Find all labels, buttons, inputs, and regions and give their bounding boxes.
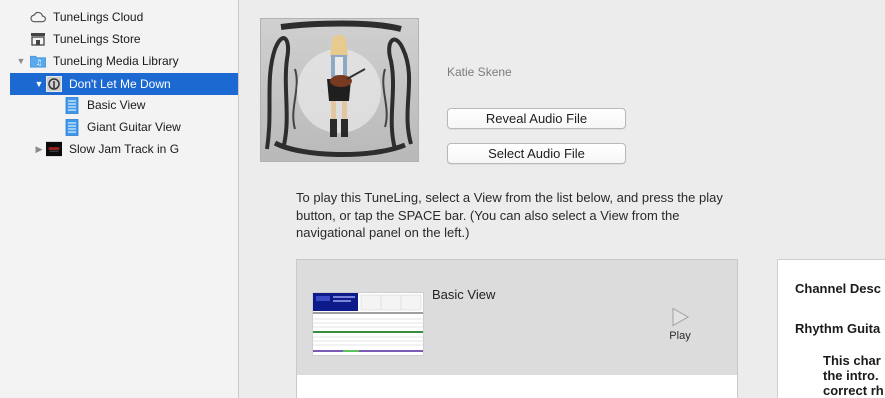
sidebar-item-giant-guitar-view[interactable]: Giant Guitar View bbox=[10, 116, 238, 138]
sidebar-item-media-library[interactable]: ▼ ♫ TuneLing Media Library bbox=[10, 50, 238, 72]
document-icon bbox=[64, 118, 80, 136]
sidebar-item-label: TuneLings Store bbox=[53, 32, 141, 46]
play-icon bbox=[672, 307, 690, 327]
play-instructions: To play this TuneLing, select a View fro… bbox=[296, 190, 723, 240]
document-icon bbox=[64, 96, 80, 114]
cloud-icon bbox=[30, 9, 46, 25]
sidebar: TuneLings Cloud TuneLings Store ▼ ♫ Tune… bbox=[0, 0, 239, 398]
sidebar-item-label: TuneLing Media Library bbox=[53, 54, 179, 68]
channel-text-line: This char bbox=[823, 353, 881, 368]
play-label: Play bbox=[669, 330, 691, 342]
views-list: Basic View Play bbox=[296, 259, 738, 398]
select-audio-file-button[interactable]: Select Audio File bbox=[447, 143, 626, 164]
channel-text-line: the intro. bbox=[823, 368, 879, 383]
view-name: Basic View bbox=[432, 287, 496, 302]
svg-text:♫: ♫ bbox=[36, 58, 43, 67]
sidebar-item-basic-view[interactable]: Basic View bbox=[10, 94, 238, 116]
artist-name: Katie Skene bbox=[447, 65, 512, 79]
view-thumbnail bbox=[312, 292, 424, 356]
channel-description-text: This char the intro. correct rh bbox=[823, 353, 885, 398]
sidebar-item-label: Don't Let Me Down bbox=[69, 77, 171, 91]
play-button[interactable]: Play bbox=[667, 307, 693, 345]
channel-description-panel: Channel Desc Rhythm Guita This char the … bbox=[777, 259, 885, 398]
disclosure-open-icon[interactable]: ▼ bbox=[34, 79, 44, 89]
sidebar-item-tunelings-cloud[interactable]: TuneLings Cloud bbox=[10, 6, 238, 28]
main-panel: Katie Skene Reveal Audio File Select Aud… bbox=[240, 0, 885, 398]
channel-text-line: correct rh bbox=[823, 383, 884, 398]
app-window: TuneLings Cloud TuneLings Store ▼ ♫ Tune… bbox=[0, 0, 885, 398]
folder-icon: ♫ bbox=[30, 53, 46, 69]
sidebar-item-label: Basic View bbox=[87, 98, 146, 112]
sidebar-item-dont-let-me-down[interactable]: ▼ Don't Let Me Down bbox=[10, 73, 238, 95]
album-art-icon bbox=[46, 76, 62, 92]
disclosure-closed-icon[interactable]: ▶ bbox=[34, 144, 44, 154]
album-artwork bbox=[260, 18, 419, 162]
view-row-basic[interactable]: Basic View Play bbox=[297, 260, 737, 375]
sidebar-item-slow-jam-track[interactable]: ▶ Slow Jam Track in G bbox=[10, 138, 238, 160]
channel-section-heading: Rhythm Guita bbox=[795, 321, 881, 336]
channel-description-title: Channel Desc bbox=[795, 281, 881, 296]
disclosure-open-icon[interactable]: ▼ bbox=[16, 56, 26, 66]
sidebar-item-tunelings-store[interactable]: TuneLings Store bbox=[10, 28, 238, 50]
album-art-icon bbox=[46, 141, 62, 157]
sidebar-item-label: Giant Guitar View bbox=[87, 120, 181, 134]
sidebar-item-label: TuneLings Cloud bbox=[53, 10, 144, 24]
sidebar-item-label: Slow Jam Track in G bbox=[69, 142, 180, 156]
reveal-audio-file-button[interactable]: Reveal Audio File bbox=[447, 108, 626, 129]
store-icon bbox=[30, 31, 46, 47]
